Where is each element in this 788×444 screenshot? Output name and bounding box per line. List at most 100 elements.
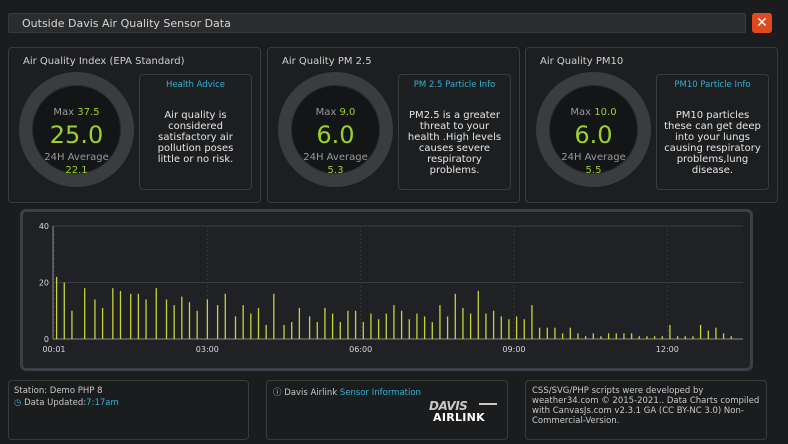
chart-bar — [234, 316, 237, 339]
chart-bar — [137, 293, 140, 339]
chart-bar — [298, 307, 301, 339]
chart-bar — [347, 310, 349, 339]
x-tick-label: 06:00 — [349, 345, 372, 354]
chart-bar — [94, 299, 96, 339]
chart-bar — [630, 333, 633, 339]
chart-bar — [623, 333, 625, 339]
advice-text: PM2.5 is a greater threat to your health… — [407, 110, 502, 176]
chart-bar — [385, 313, 387, 339]
advice-text: Air quality is considered satisfactory a… — [157, 110, 234, 165]
aqi-panel: Air Quality Index (EPA Standard) Max 37.… — [8, 47, 261, 203]
panel-title: Air Quality PM10 — [540, 56, 624, 67]
sensor-info-link[interactable]: Sensor Information — [340, 388, 421, 398]
chart-bar — [692, 336, 694, 339]
credits-text: CSS/SVG/PHP scripts were developed by we… — [532, 386, 760, 426]
chart-bar — [584, 336, 587, 339]
chart-bar — [206, 299, 209, 339]
x-tick-label: 12:00 — [656, 345, 679, 354]
chart-bar — [119, 290, 122, 339]
advice-box: PM 2.5 Particle Info PM2.5 is a greater … — [398, 74, 511, 190]
chart-bar — [188, 302, 191, 339]
davis-airlink-logo: DAVIS AIRLINK — [427, 399, 502, 425]
chart-bar — [291, 322, 293, 339]
station-panel: Station: Demo PHP 8 ◷ Data Updated:7:17a… — [8, 380, 249, 440]
chart-bar — [492, 310, 495, 339]
chart-bar — [715, 327, 717, 339]
chart-bar — [181, 296, 183, 339]
chart-bar — [370, 313, 372, 339]
updated-line: ◷ Data Updated:7:17am — [14, 398, 119, 408]
gauge-avg-value: 5.5 — [585, 165, 602, 176]
chart-bar — [393, 305, 395, 339]
chart-bar — [71, 310, 73, 339]
advice-box: Health Advice Air quality is considered … — [139, 74, 252, 190]
chart-bar — [538, 327, 541, 339]
chart-bar — [523, 319, 525, 339]
chart-bar — [324, 307, 326, 339]
chart-bar — [707, 330, 709, 339]
chart-bar — [224, 293, 226, 339]
chart-bar — [477, 290, 479, 339]
chart-bar — [699, 324, 702, 339]
chart-bar — [569, 327, 571, 339]
chart-bar — [63, 282, 65, 339]
credits-panel: CSS/SVG/PHP scripts were developed by we… — [525, 380, 767, 440]
gauge-avg-label: 24H Average — [561, 152, 626, 163]
title-bar: Outside Davis Air Quality Sensor Data — [8, 13, 746, 33]
panel-title: Air Quality Index (EPA Standard) — [23, 56, 185, 67]
chart-bar — [600, 336, 602, 339]
chart-bar — [431, 322, 433, 339]
advice-title[interactable]: PM10 Particle Info — [657, 80, 768, 90]
x-tick-label: 00:01 — [42, 345, 65, 354]
advice-title[interactable]: PM 2.5 Particle Info — [399, 80, 510, 90]
info-icon: ⓘ — [273, 388, 282, 398]
airlink-line: ⓘ Davis Airlink Sensor Information — [273, 386, 421, 398]
chart-bar — [439, 305, 441, 339]
chart-bar — [165, 299, 168, 339]
chart-bar — [469, 313, 472, 339]
chart-bar — [531, 305, 533, 339]
updated-label: Data Updated: — [24, 398, 87, 408]
chart-bar — [500, 316, 502, 339]
chart-bar — [546, 327, 548, 339]
chart-bar — [242, 305, 244, 339]
chart-bar — [607, 333, 610, 339]
gauge-avg-label: 24H Average — [44, 152, 109, 163]
airlink-text: Davis Airlink — [284, 388, 338, 398]
chart-bar — [638, 336, 640, 339]
chart-bar — [515, 316, 518, 339]
chart-bar — [145, 299, 147, 339]
advice-text: PM10 particles these can get deep into y… — [664, 110, 761, 176]
aqi-gauge: Max 37.5 25.0 24H Average 22.1 — [19, 72, 134, 187]
advice-title[interactable]: Health Advice — [140, 80, 251, 90]
chart-bar — [130, 293, 132, 339]
pm25-gauge: Max 9.0 6.0 24H Average 5.3 — [278, 72, 393, 187]
chart-bar — [196, 310, 198, 339]
chart-bar — [55, 276, 58, 339]
gauge-max: Max 10.0 — [570, 107, 617, 118]
window-title: Outside Davis Air Quality Sensor Data — [22, 17, 231, 30]
chart-bar — [155, 288, 157, 339]
chart-bar — [362, 322, 364, 339]
chart-bar — [250, 313, 252, 339]
chart-bar — [646, 336, 648, 339]
chart-bar — [423, 316, 426, 339]
chart-bar — [257, 307, 260, 339]
close-button[interactable]: ✕ — [752, 13, 772, 33]
gauge-avg-value: 22.1 — [65, 165, 88, 176]
gauge-max: Max 37.5 — [53, 107, 100, 118]
chart-bar — [676, 336, 679, 339]
chart-bar — [265, 324, 267, 339]
chart-bar — [730, 336, 732, 339]
y-tick-label: 40 — [39, 222, 49, 231]
y-tick-label: 20 — [39, 279, 49, 288]
chart-bar — [400, 310, 403, 339]
chart-bar — [684, 336, 686, 339]
chart-bar — [454, 293, 456, 339]
gauge-avg-label: 24H Average — [303, 152, 368, 163]
chart-bar — [331, 313, 334, 339]
chart-bar — [669, 324, 671, 339]
chart-bar — [101, 307, 104, 339]
chart-bar — [316, 322, 318, 339]
air-quality-chart[interactable]: 0 20 40 00:01 03:00 06:00 09:00 12:00 — [20, 209, 753, 371]
